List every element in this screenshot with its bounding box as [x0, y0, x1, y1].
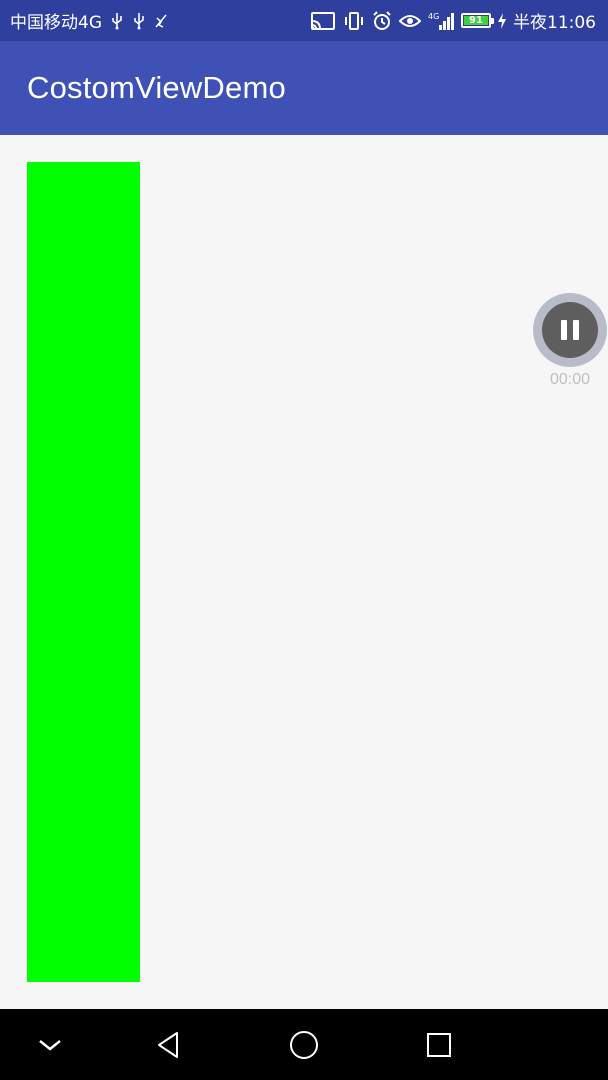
hide-nav-icon: [39, 1040, 61, 1051]
home-icon: [290, 1031, 318, 1059]
cast-icon: [310, 11, 336, 31]
no-signal-icon: [154, 11, 168, 31]
carrier-label: 中国移动4G: [10, 13, 102, 33]
status-bar-right: 4G 91 半夜11:06: [310, 0, 596, 41]
status-time: 半夜11:06: [513, 13, 596, 33]
green-custom-view: [27, 162, 140, 982]
pause-icon: [542, 302, 598, 358]
recorder-pause-button[interactable]: [533, 293, 607, 367]
status-bar: 中国移动4G 4G 91 半夜11:06: [0, 0, 608, 41]
home-button[interactable]: [286, 1027, 322, 1063]
charging-icon: [498, 11, 506, 31]
status-bar-left: 中国移动4G: [10, 0, 168, 41]
signal-icon: 4G: [428, 11, 454, 31]
battery-icon: 91: [461, 11, 494, 31]
hide-nav-button[interactable]: [32, 1027, 68, 1063]
vibrate-icon: [343, 11, 365, 31]
back-button[interactable]: [150, 1027, 186, 1063]
pause-bar-right: [573, 320, 579, 340]
app-title: CostomViewDemo: [27, 70, 286, 105]
recorder-timer: 00:00: [549, 371, 591, 388]
content-area: [0, 135, 608, 1009]
back-icon: [158, 1032, 178, 1058]
pause-bar-left: [561, 320, 567, 340]
navigation-bar: [0, 1009, 608, 1080]
usb-icon: [110, 11, 124, 31]
usb-icon: [132, 11, 146, 31]
recents-button[interactable]: [421, 1027, 457, 1063]
alarm-icon: [372, 10, 392, 31]
battery-level: 91: [469, 14, 483, 26]
app-bar: CostomViewDemo: [0, 41, 608, 135]
svg-text:4G: 4G: [428, 12, 439, 21]
eye-icon: [399, 11, 421, 31]
recents-icon: [427, 1033, 451, 1057]
